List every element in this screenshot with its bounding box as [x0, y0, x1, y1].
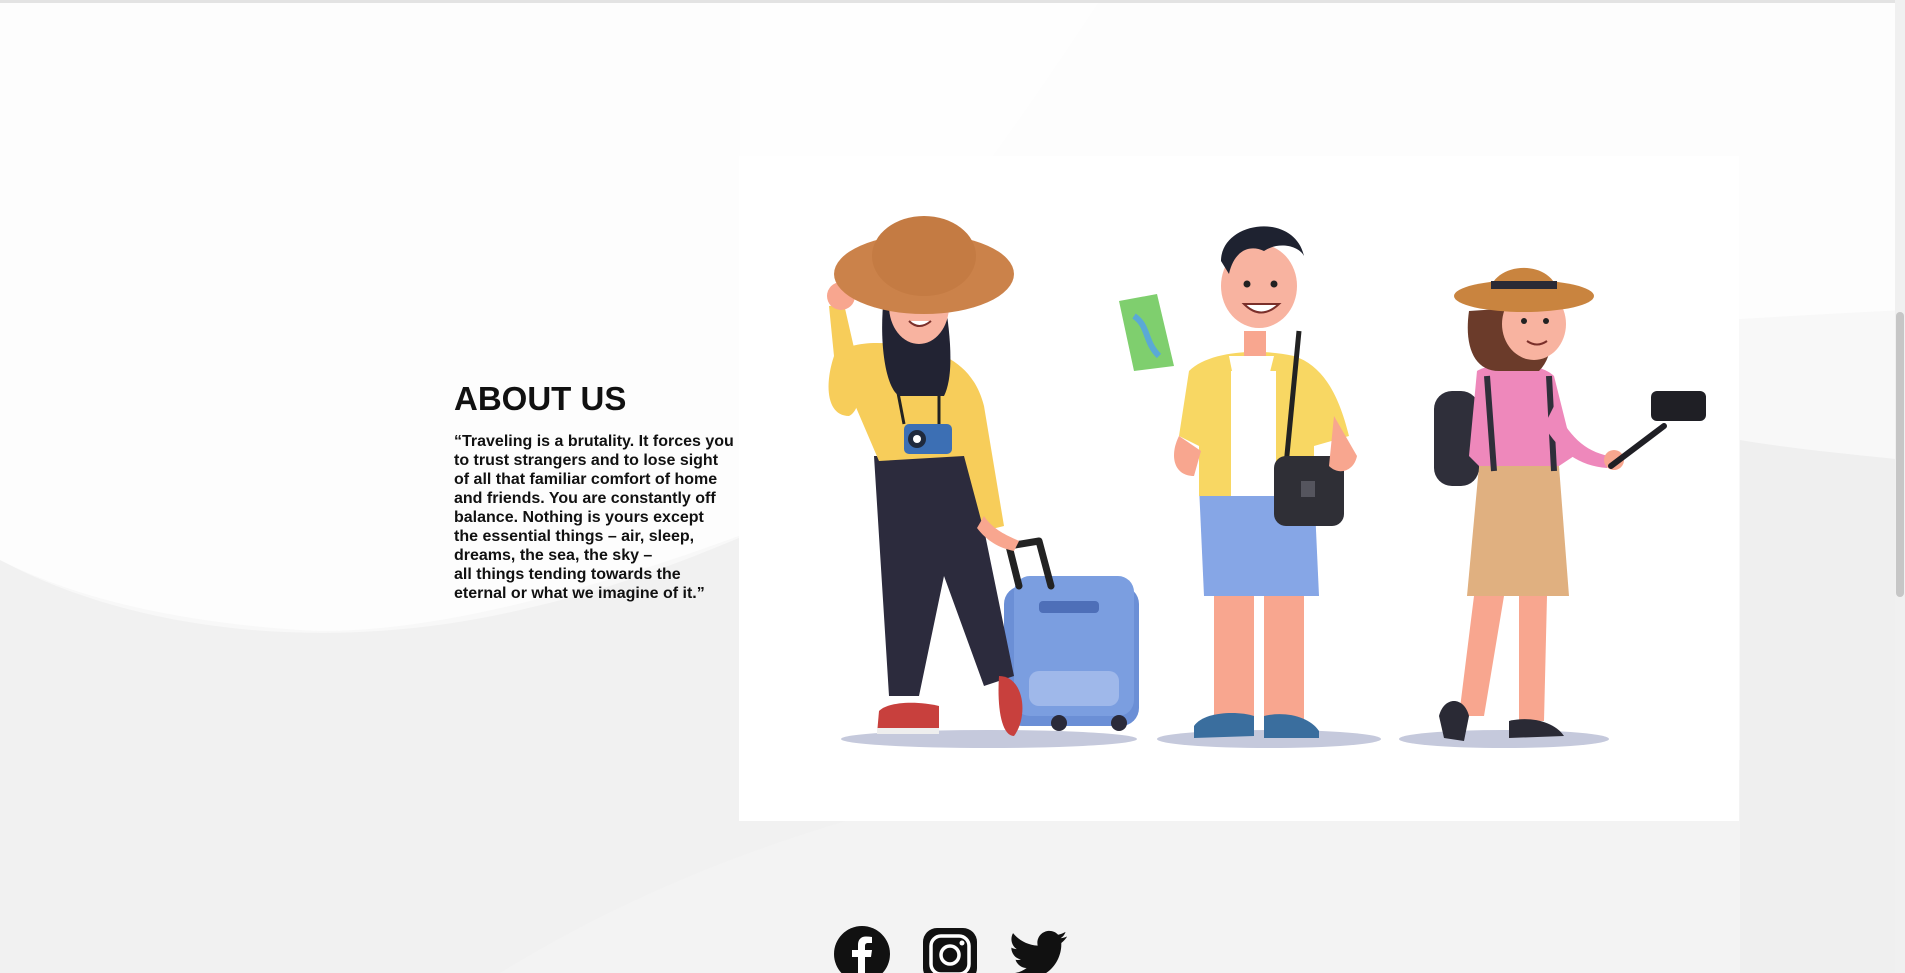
twitter-link[interactable] [1009, 925, 1067, 973]
woman-with-suitcase-figure [827, 216, 1139, 736]
about-quote: “Traveling is a brutality. It forces you… [454, 432, 754, 603]
top-border [0, 0, 1905, 3]
scrollbar-track[interactable] [1895, 0, 1905, 973]
woman-with-selfie-stick-figure [1434, 267, 1706, 741]
quote-line: of all that familiar comfort of home [454, 471, 718, 488]
travelers-illustration [739, 156, 1739, 821]
man-with-map-figure [1119, 226, 1357, 738]
instagram-icon [923, 928, 977, 973]
quote-line: and friends. You are constantly off [454, 490, 716, 507]
quote-line: all things tending towards the [454, 566, 681, 583]
facebook-icon [834, 926, 890, 973]
about-title: ABOUT US [454, 380, 627, 417]
scrollbar-thumb[interactable] [1896, 312, 1904, 597]
quote-line: balance. Nothing is yours except [454, 509, 704, 526]
quote-line: the essential things – air, sleep, [454, 528, 695, 545]
quote-line: to trust strangers and to lose sight [454, 452, 719, 469]
facebook-link[interactable] [833, 925, 891, 973]
quote-line: eternal or what we imagine of it.” [454, 585, 705, 602]
quote-line: “Traveling is a brutality. It forces you [454, 433, 734, 450]
instagram-link[interactable] [921, 925, 979, 973]
social-links [833, 925, 1073, 973]
quote-line: dreams, the sea, the sky – [454, 547, 653, 564]
twitter-icon [1009, 930, 1067, 973]
